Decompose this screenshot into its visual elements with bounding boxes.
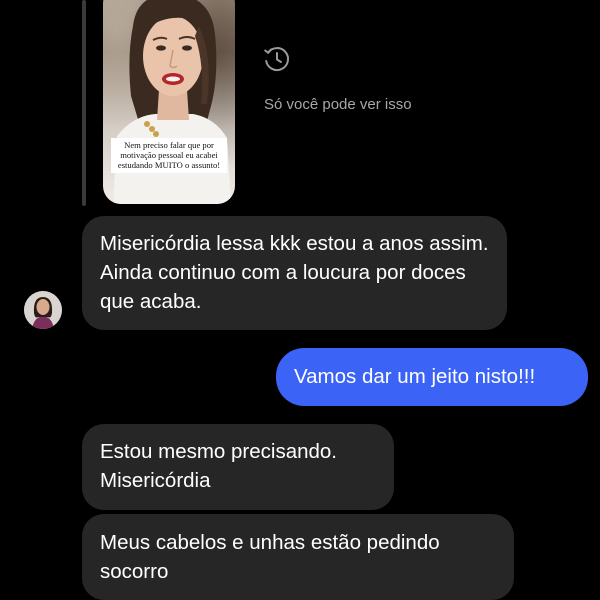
story-caption: Nem preciso falar que por motivação pess…	[111, 138, 227, 173]
history-clock-icon	[264, 47, 290, 72]
message-bubble-incoming[interactable]: Estou mesmo precisando. Misericórdia	[82, 424, 394, 510]
story-thumbnail[interactable]: Nem preciso falar que por motivação pess…	[103, 0, 235, 204]
story-person-image	[113, 0, 231, 204]
avatar-image	[24, 291, 62, 329]
message-bubble-outgoing[interactable]: Vamos dar um jeito nisto!!!	[276, 348, 588, 406]
private-visibility-note: Só você pode ver isso	[264, 96, 412, 113]
message-bubble-incoming[interactable]: Meus cabelos e unhas estão pedindo socor…	[82, 514, 514, 600]
story-reply-line	[82, 0, 86, 206]
chat-screen: Nem preciso falar que por motivação pess…	[0, 0, 600, 600]
message-bubble-incoming[interactable]: Misericórdia lessa kkk estou a anos assi…	[82, 216, 507, 330]
contact-avatar[interactable]	[24, 291, 62, 329]
